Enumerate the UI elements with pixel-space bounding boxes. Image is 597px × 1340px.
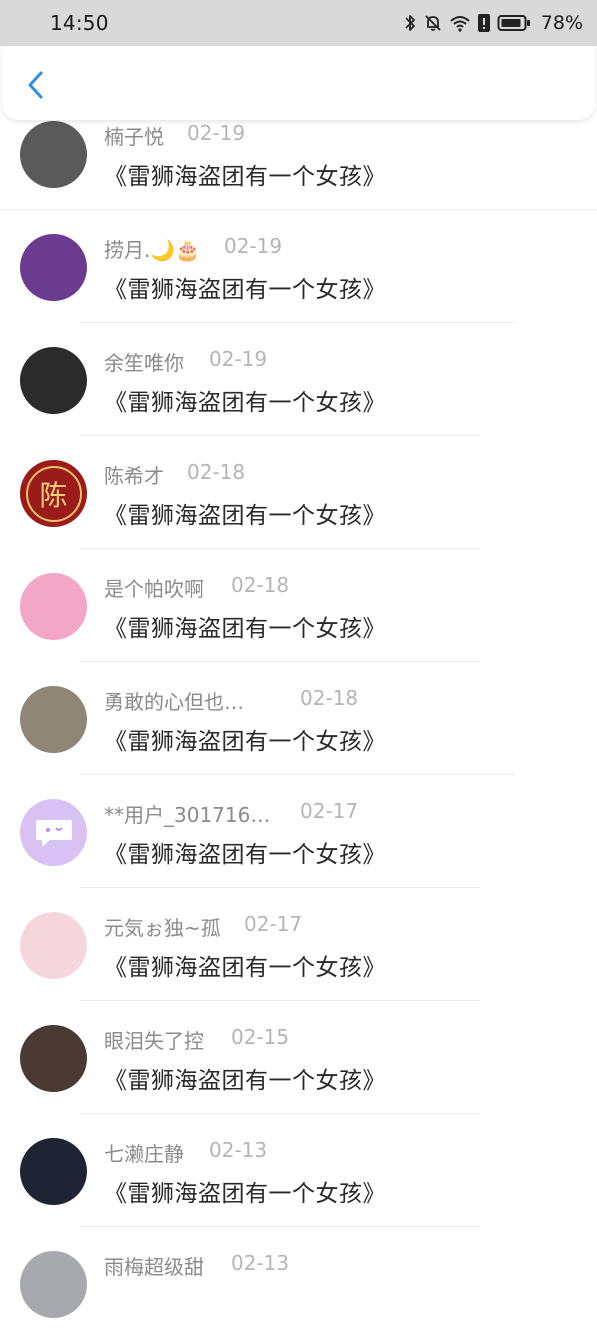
avatar[interactable] — [20, 573, 87, 640]
avatar[interactable] — [20, 1025, 87, 1092]
comment-date: 02-13 — [209, 1138, 268, 1162]
comment-date: 02-18 — [231, 573, 290, 597]
mute-bell-icon — [423, 13, 443, 33]
bluetooth-icon — [403, 13, 417, 33]
user-name[interactable]: 勇敢的心但也… — [104, 686, 244, 715]
comment-date: 02-17 — [244, 912, 303, 936]
comment-text: 《雷狮海盗团有一个女孩》 — [104, 955, 386, 981]
comment-date: 02-18 — [300, 686, 359, 710]
avatar[interactable] — [20, 121, 87, 188]
comment-date: 02-18 — [187, 460, 246, 484]
user-name[interactable]: 余笙唯你 — [104, 347, 184, 376]
user-name[interactable]: 元気ぉ独~孤 — [104, 912, 221, 941]
user-name[interactable]: 捞月.🌙🎂 — [104, 234, 200, 263]
comment-text: 《雷狮海盗团有一个女孩》 — [104, 616, 386, 642]
comment-text: 《雷狮海盗团有一个女孩》 — [104, 729, 386, 755]
comment-text: 《雷狮海盗团有一个女孩》 — [104, 842, 386, 868]
user-name[interactable]: 七濑庄静 — [104, 1138, 184, 1167]
avatar[interactable] — [20, 912, 87, 979]
list-item[interactable]: 雨梅超级甜 02-13 — [0, 1227, 597, 1340]
list-item[interactable]: 七濑庄静 02-13 《雷狮海盗团有一个女孩》 — [0, 1114, 597, 1227]
list-item[interactable]: 余笙唯你 02-19 《雷狮海盗团有一个女孩》 — [0, 323, 597, 436]
user-name[interactable]: 是个帕吹啊 — [104, 573, 204, 602]
avatar[interactable] — [20, 686, 87, 753]
avatar[interactable] — [20, 799, 87, 866]
avatar[interactable] — [20, 1138, 87, 1205]
avatar[interactable]: 陈 — [20, 460, 87, 527]
sim-alert-icon — [477, 13, 491, 33]
battery-icon — [497, 13, 531, 33]
comment-date: 02-17 — [300, 799, 359, 823]
list-item[interactable]: **用户_301716… 02-17 《雷狮海盗团有一个女孩》 — [0, 775, 597, 888]
comment-date: 02-15 — [231, 1025, 290, 1049]
comment-text: 《雷狮海盗团有一个女孩》 — [104, 1181, 386, 1207]
header-bar — [2, 46, 595, 120]
comment-text: 《雷狮海盗团有一个女孩》 — [104, 277, 386, 303]
list-item[interactable]: 是个帕吹啊 02-18 《雷狮海盗团有一个女孩》 — [0, 549, 597, 662]
status-time: 14:50 — [50, 11, 109, 35]
chat-bubble-icon — [35, 819, 72, 847]
list-item[interactable]: 捞月.🌙🎂 02-19 《雷狮海盗团有一个女孩》 — [0, 210, 597, 323]
user-name[interactable]: 楠子悦 — [104, 121, 164, 150]
wifi-icon — [449, 13, 471, 33]
avatar[interactable] — [20, 1251, 87, 1318]
list-item[interactable]: 眼泪失了控 02-15 《雷狮海盗团有一个女孩》 — [0, 1001, 597, 1114]
comment-date: 02-13 — [231, 1251, 290, 1275]
avatar[interactable] — [20, 347, 87, 414]
avatar[interactable] — [20, 234, 87, 301]
chevron-left-icon — [26, 70, 44, 104]
comment-date: 02-19 — [209, 347, 268, 371]
user-name[interactable]: 陈希才 — [104, 460, 164, 489]
comment-text: 《雷狮海盗团有一个女孩》 — [104, 503, 386, 529]
battery-percent: 78% — [540, 12, 583, 34]
avatar-glyph: 陈 — [25, 465, 82, 522]
user-name[interactable]: **用户_301716… — [104, 799, 270, 828]
comment-text: 《雷狮海盗团有一个女孩》 — [104, 164, 386, 190]
list-item[interactable]: 元気ぉ独~孤 02-17 《雷狮海盗团有一个女孩》 — [0, 888, 597, 1001]
user-name[interactable]: 雨梅超级甜 — [104, 1251, 204, 1280]
list-item[interactable]: 勇敢的心但也… 02-18 《雷狮海盗团有一个女孩》 — [0, 662, 597, 775]
comment-date: 02-19 — [187, 121, 246, 145]
comment-text: 《雷狮海盗团有一个女孩》 — [104, 390, 386, 416]
comment-date: 02-19 — [224, 234, 283, 258]
user-name[interactable]: 眼泪失了控 — [104, 1025, 204, 1054]
comment-text: 《雷狮海盗团有一个女孩》 — [104, 1068, 386, 1094]
status-bar: 14:50 78% — [0, 0, 597, 46]
list-item[interactable]: 陈陈希才 02-18 《雷狮海盗团有一个女孩》 — [0, 436, 597, 549]
status-icons: 78% — [403, 10, 583, 36]
back-button[interactable] — [20, 70, 50, 104]
